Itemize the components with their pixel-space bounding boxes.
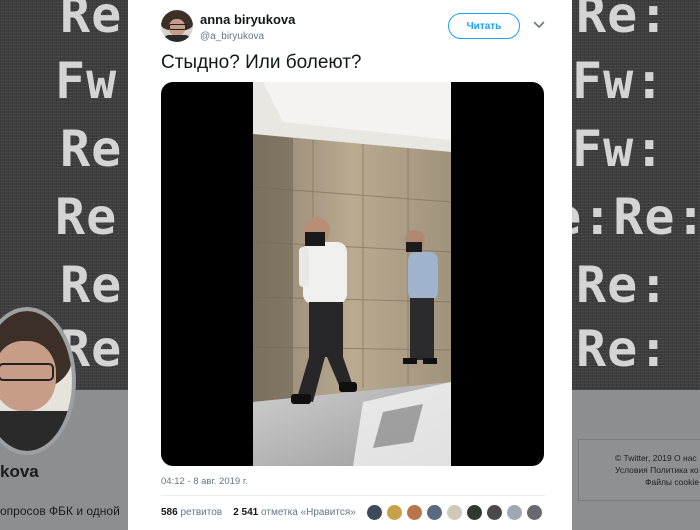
author-handle[interactable]: @a_biryukova: [200, 31, 264, 42]
divider: [161, 495, 545, 496]
footer-links-row[interactable]: Файлы cookie: [645, 477, 699, 487]
liker-avatars: [366, 504, 546, 522]
liker-avatar[interactable]: [466, 504, 483, 521]
banner-text: Fw:: [572, 52, 666, 110]
liker-avatar[interactable]: [386, 504, 403, 521]
likes-count[interactable]: 2 541: [233, 507, 258, 518]
liker-avatar[interactable]: [526, 504, 543, 521]
liker-avatar[interactable]: [486, 504, 503, 521]
video-frame: [253, 82, 451, 466]
liker-avatar[interactable]: [426, 504, 443, 521]
video-player[interactable]: [161, 82, 544, 466]
liker-avatar[interactable]: [406, 504, 423, 521]
likes-label[interactable]: отметка «Нравится»: [261, 507, 356, 518]
retweets-label[interactable]: ретвитов: [180, 507, 222, 518]
liker-avatar[interactable]: [446, 504, 463, 521]
page-footer: © Twitter, 2019 О нас Условия Политика к…: [578, 439, 700, 501]
profile-name: kova: [0, 462, 39, 481]
footer-links-row[interactable]: © Twitter, 2019 О нас: [615, 453, 697, 463]
author-avatar[interactable]: [161, 10, 193, 42]
tweet-stats: 586 ретвитов 2 541 отметка «Нравится»: [161, 507, 356, 518]
author-name[interactable]: anna biryukova: [200, 12, 295, 27]
retweets-count[interactable]: 586: [161, 507, 178, 518]
video-frame-illustration: [253, 82, 451, 466]
liker-avatar[interactable]: [366, 504, 383, 521]
follow-button[interactable]: Читать: [448, 13, 520, 39]
tweet-timestamp[interactable]: 04:12 - 8 авг. 2019 г.: [161, 476, 248, 487]
tweet-card: anna biryukova @a_biryukova Читать Стыдн…: [128, 0, 572, 530]
banner-text: Fw:: [572, 120, 666, 178]
tweet-text: Стыдно? Или болеют?: [161, 52, 362, 73]
banner-text: Re:: [576, 320, 670, 378]
liker-avatar[interactable]: [506, 504, 523, 521]
chevron-down-icon[interactable]: [533, 20, 545, 30]
profile-avatar[interactable]: [0, 307, 76, 455]
banner-text: Re:: [576, 0, 670, 44]
banner-text: Re:: [576, 256, 670, 314]
footer-links-row[interactable]: Условия Политика ко: [615, 465, 699, 475]
profile-bio: опросов ФБК и одной: [0, 504, 120, 518]
